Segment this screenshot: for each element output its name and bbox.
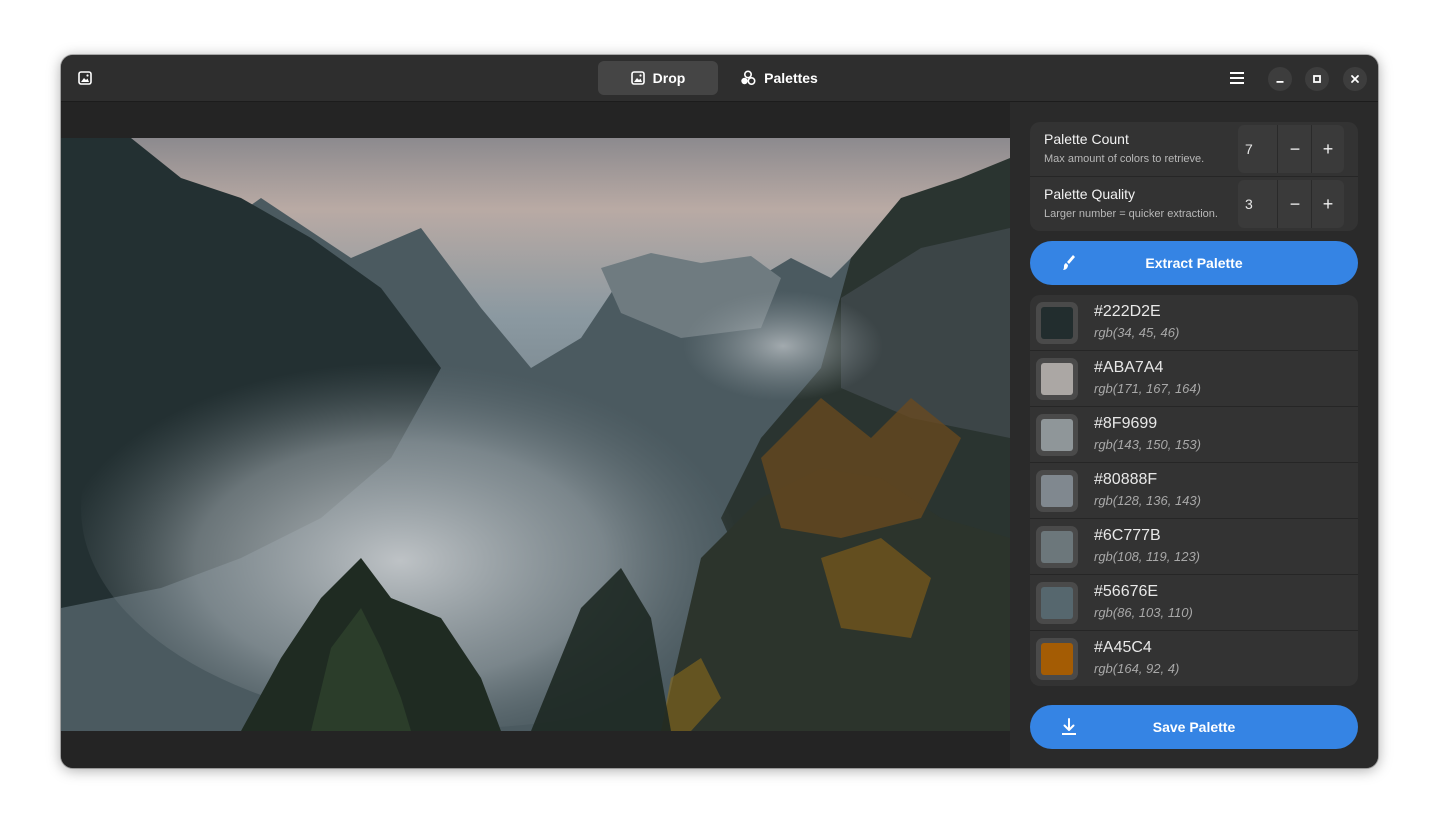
color-hex: #ABA7A4 bbox=[1094, 359, 1164, 376]
color-hex: #56676E bbox=[1094, 583, 1159, 600]
color-swatch bbox=[1041, 307, 1073, 339]
swatch-frame bbox=[1036, 526, 1078, 568]
color-swatch bbox=[1041, 587, 1073, 619]
color-row[interactable]: #80888F rgb(128, 136, 143) bbox=[1030, 463, 1358, 519]
tab-palettes[interactable]: Palettes bbox=[729, 61, 829, 95]
color-row[interactable]: #6C777B rgb(108, 119, 123) bbox=[1030, 519, 1358, 575]
color-hex: #8F9699 bbox=[1094, 415, 1158, 432]
palette-quality-spinner: 3 − + bbox=[1238, 180, 1344, 228]
color-rgb: rgb(86, 103, 110) bbox=[1094, 605, 1193, 620]
palette-quality-increase-button[interactable]: + bbox=[1312, 180, 1344, 228]
color-list: #222D2E rgb(34, 45, 46) #ABA7A4 rgb(171,… bbox=[1030, 295, 1358, 686]
image-preview-pane[interactable] bbox=[61, 102, 1010, 768]
swatch-frame bbox=[1036, 638, 1078, 680]
palette-count-subtitle: Max amount of colors to retrieve. bbox=[1044, 153, 1205, 165]
color-rgb: rgb(143, 150, 153) bbox=[1094, 437, 1201, 452]
swatch-frame bbox=[1036, 358, 1078, 400]
color-row[interactable]: #ABA7A4 rgb(171, 167, 164) bbox=[1030, 351, 1358, 407]
palette-quality-decrease-button[interactable]: − bbox=[1279, 180, 1312, 228]
palette-count-increase-button[interactable]: + bbox=[1312, 125, 1344, 173]
palette-quality-subtitle: Larger number = quicker extraction. bbox=[1044, 208, 1218, 220]
swatch-frame bbox=[1036, 302, 1078, 344]
extract-palette-button[interactable]: Extract Palette bbox=[1030, 241, 1358, 285]
palette-quality-input[interactable]: 3 bbox=[1238, 180, 1278, 228]
hamburger-menu-icon[interactable] bbox=[1224, 66, 1250, 90]
app-window: Drop Palettes Palette Count Max amount o… bbox=[61, 55, 1378, 768]
tab-label: Palettes bbox=[764, 70, 818, 86]
palette-icon bbox=[741, 70, 756, 86]
landscape-photo bbox=[61, 138, 1010, 731]
settings-group: Palette Count Max amount of colors to re… bbox=[1030, 122, 1358, 231]
color-hex: #80888F bbox=[1094, 471, 1158, 488]
color-row[interactable]: #222D2E rgb(34, 45, 46) bbox=[1030, 295, 1358, 351]
close-icon[interactable] bbox=[1343, 67, 1367, 91]
color-rgb: rgb(34, 45, 46) bbox=[1094, 325, 1180, 340]
minimize-icon[interactable] bbox=[1268, 67, 1292, 91]
palette-count-spinner: 7 − + bbox=[1238, 125, 1344, 173]
save-palette-label: Save Palette bbox=[1152, 719, 1236, 735]
download-icon bbox=[1062, 718, 1076, 735]
color-row[interactable]: #8F9699 rgb(143, 150, 153) bbox=[1030, 407, 1358, 463]
swatch-frame bbox=[1036, 470, 1078, 512]
color-swatch bbox=[1041, 475, 1073, 507]
color-swatch bbox=[1041, 419, 1073, 451]
sidebar: Palette Count Max amount of colors to re… bbox=[1010, 102, 1378, 768]
brush-icon bbox=[1063, 255, 1075, 270]
tab-drop[interactable]: Drop bbox=[598, 61, 718, 95]
color-swatch bbox=[1041, 363, 1073, 395]
header-bar: Drop Palettes bbox=[61, 55, 1378, 102]
color-swatch bbox=[1041, 531, 1073, 563]
palette-count-title: Palette Count bbox=[1044, 131, 1129, 147]
palette-quality-title: Palette Quality bbox=[1044, 186, 1136, 202]
palette-count-input[interactable]: 7 bbox=[1238, 125, 1278, 173]
color-hex: #A45C4 bbox=[1094, 639, 1152, 656]
swatch-frame bbox=[1036, 414, 1078, 456]
image-icon[interactable] bbox=[73, 66, 97, 90]
save-palette-button[interactable]: Save Palette bbox=[1030, 705, 1358, 749]
color-row[interactable]: #56676E rgb(86, 103, 110) bbox=[1030, 575, 1358, 631]
color-rgb: rgb(164, 92, 4) bbox=[1094, 661, 1180, 676]
color-hex: #6C777B bbox=[1094, 527, 1161, 544]
color-rgb: rgb(128, 136, 143) bbox=[1094, 493, 1201, 508]
maximize-icon[interactable] bbox=[1305, 67, 1329, 91]
color-rgb: rgb(108, 119, 123) bbox=[1094, 549, 1200, 564]
extract-palette-label: Extract Palette bbox=[1145, 255, 1243, 271]
image-icon bbox=[630, 71, 645, 85]
palette-quality-row: Palette Quality Larger number = quicker … bbox=[1030, 177, 1358, 231]
color-hex: #222D2E bbox=[1094, 303, 1161, 320]
color-swatch bbox=[1041, 643, 1073, 675]
palette-count-row: Palette Count Max amount of colors to re… bbox=[1030, 122, 1358, 177]
palette-count-decrease-button[interactable]: − bbox=[1279, 125, 1312, 173]
tab-label: Drop bbox=[652, 70, 686, 86]
color-rgb: rgb(171, 167, 164) bbox=[1094, 381, 1201, 396]
color-row[interactable]: #A45C4 rgb(164, 92, 4) bbox=[1030, 631, 1358, 686]
swatch-frame bbox=[1036, 582, 1078, 624]
